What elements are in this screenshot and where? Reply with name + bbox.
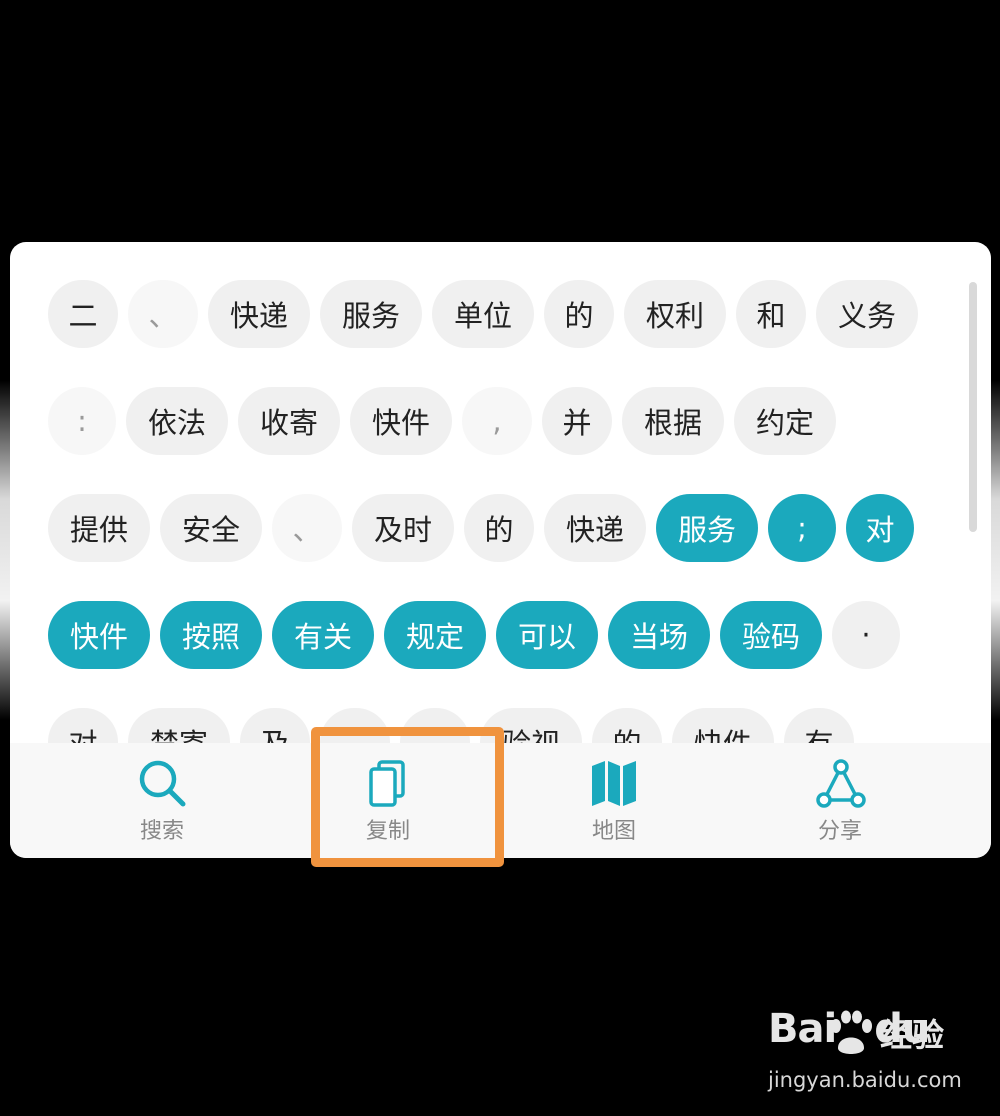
word-chip[interactable]: 有 [784, 708, 854, 743]
word-chip[interactable]: 单位 [432, 280, 534, 348]
selected-word-chip[interactable]: 服务 [656, 494, 758, 562]
selected-word-chip[interactable]: 可以 [496, 601, 598, 669]
word-chip[interactable]: 收寄 [238, 387, 340, 455]
selected-word-chip[interactable]: 规定 [384, 601, 486, 669]
search-button[interactable]: 搜索 [102, 743, 222, 858]
word-chip[interactable]: 并 [542, 387, 612, 455]
word-chip[interactable]: 根据 [622, 387, 724, 455]
search-icon [139, 760, 186, 807]
share-icon [816, 759, 866, 808]
map-label: 地图 [591, 819, 636, 844]
word-chip[interactable]: 约定 [734, 387, 836, 455]
word-chip[interactable]: 二 [48, 280, 118, 348]
word-chip[interactable]: 和 [736, 280, 806, 348]
selected-word-chip[interactable]: ; [768, 494, 836, 562]
scrollbar-thumb[interactable] [969, 282, 977, 532]
punctuation-chip[interactable]: 、 [128, 280, 198, 348]
punctuation-chip[interactable]: : [48, 387, 116, 455]
copy-highlight-box [311, 727, 504, 867]
search-label: 搜索 [139, 819, 184, 844]
map-icon [592, 761, 636, 806]
word-chip[interactable]: 禁寄 [128, 708, 230, 743]
word-row-4: 快件 按照 有关 规定 可以 当场 验码 · [48, 601, 900, 669]
word-row-3: 提供 安全 、 及时 的 快递 服务 ; 对 [48, 494, 914, 562]
word-chip[interactable]: 的 [544, 280, 614, 348]
word-chip[interactable]: 的 [464, 494, 534, 562]
selected-word-chip[interactable]: 有关 [272, 601, 374, 669]
share-button[interactable]: 分享 [780, 743, 900, 858]
watermark-text: 经验 [880, 1016, 945, 1054]
share-label: 分享 [817, 819, 862, 844]
map-button[interactable]: 地图 [554, 743, 674, 858]
word-chip[interactable]: 权利 [624, 280, 726, 348]
word-row-1: 二 、 快递 服务 单位 的 权利 和 义务 [48, 280, 918, 348]
punctuation-chip[interactable]: 、 [272, 494, 342, 562]
word-chip[interactable]: 快件 [672, 708, 774, 743]
word-chip[interactable]: 对 [48, 708, 118, 743]
word-chip[interactable]: 义务 [816, 280, 918, 348]
word-chip[interactable]: 的 [592, 708, 662, 743]
word-row-2: : 依法 收寄 快件 , 并 根据 约定 [48, 387, 836, 455]
segmented-words-area[interactable]: 二 、 快递 服务 单位 的 权利 和 义务 : 依法 收寄 快件 , 并 根据… [10, 242, 991, 743]
selected-word-chip[interactable]: 对 [846, 494, 914, 562]
word-chip[interactable]: 及 [240, 708, 310, 743]
selected-word-chip[interactable]: 验码 [720, 601, 822, 669]
word-chip[interactable]: 快件 [350, 387, 452, 455]
word-chip[interactable]: 服务 [320, 280, 422, 348]
selected-word-chip[interactable]: 当场 [608, 601, 710, 669]
word-chip[interactable]: 提供 [48, 494, 150, 562]
word-chip[interactable]: 依法 [126, 387, 228, 455]
watermark-url: jingyan.baidu.com [768, 1068, 962, 1092]
selected-word-chip[interactable]: 快件 [48, 601, 150, 669]
word-chip[interactable]: 快递 [208, 280, 310, 348]
word-chip[interactable]: 安全 [160, 494, 262, 562]
punctuation-chip[interactable]: , [462, 387, 532, 455]
word-chip[interactable]: 及时 [352, 494, 454, 562]
selected-word-chip[interactable]: 按照 [160, 601, 262, 669]
punctuation-chip[interactable]: · [832, 601, 900, 669]
paw-icon [831, 1010, 872, 1054]
word-chip[interactable]: 快递 [544, 494, 646, 562]
